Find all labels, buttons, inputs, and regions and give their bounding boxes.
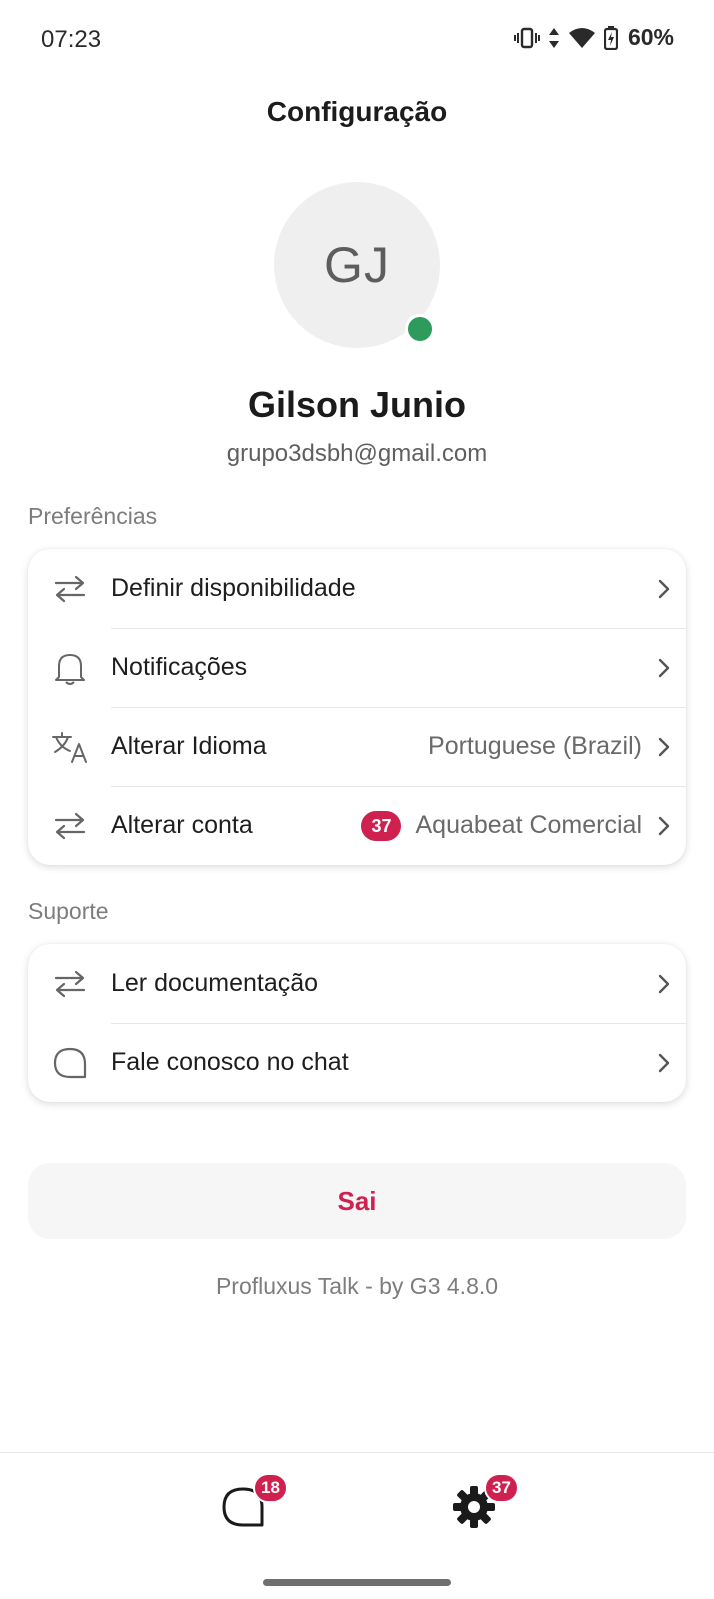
user-email: grupo3dsbh@gmail.com [226, 440, 488, 467]
bottom-nav: 18 37 [0, 1452, 714, 1599]
section-label-support: Suporte [28, 898, 109, 924]
app-version: Profluxus Talk - by G3 4.8.0 [215, 1273, 499, 1299]
menu-item-label: Ler documentação [111, 969, 319, 997]
conversations-badge: 18 [253, 1473, 288, 1503]
menu-item-label: Definir disponibilidade [111, 574, 356, 602]
swap-arrows-icon [28, 810, 111, 842]
current-account: Aquabeat Comercial [415, 811, 642, 839]
swap-arrows-icon [28, 573, 111, 605]
settings-screen: 07:23 60% Configuração GJ Gilson Junio g… [0, 0, 714, 1599]
nav-conversations[interactable]: 18 [213, 1473, 288, 1539]
wifi-icon [568, 27, 596, 49]
menu-item-documentation[interactable]: Ler documentação [28, 944, 686, 1023]
menu-item-label: Alterar conta [111, 811, 253, 839]
menu-item-notifications[interactable]: Notificações [28, 628, 686, 707]
menu-item-label: Notificações [111, 653, 248, 681]
status-icons: 60% [513, 24, 674, 51]
section-label-preferences: Preferências [28, 503, 158, 529]
battery-percent: 60% [627, 24, 674, 50]
menu-item-switch-account[interactable]: Alterar conta 37 Aquabeat Comercial [28, 786, 686, 865]
nav-settings[interactable]: 37 [444, 1473, 519, 1539]
menu-item-label: Alterar Idioma [111, 732, 267, 760]
chevron-right-icon [642, 657, 686, 679]
chevron-right-icon [642, 578, 686, 600]
chevron-right-icon [642, 736, 686, 758]
vibrate-icon [513, 27, 540, 49]
menu-item-chat-support[interactable]: Fale conosco no chat [28, 1023, 686, 1102]
data-arrows-icon [548, 27, 560, 49]
bell-icon [28, 650, 111, 686]
battery-charging-icon [603, 25, 618, 50]
logout-button[interactable]: Sai [28, 1163, 686, 1239]
home-indicator[interactable] [263, 1579, 451, 1586]
selected-language: Portuguese (Brazil) [428, 732, 642, 760]
settings-badge: 37 [484, 1473, 519, 1503]
preferences-card: Definir disponibilidade Notificações Alt… [28, 549, 686, 865]
unread-badge: 37 [361, 810, 402, 841]
page-title: Configuração [266, 96, 448, 127]
support-card: Ler documentação Fale conosco no chat [28, 944, 686, 1102]
translate-icon [28, 730, 111, 764]
chevron-right-icon [642, 815, 686, 837]
menu-item-label: Fale conosco no chat [111, 1048, 349, 1076]
online-status-dot [405, 314, 435, 344]
menu-item-language[interactable]: Alterar Idioma Portuguese (Brazil) [28, 707, 686, 786]
avatar-initials: GJ [324, 237, 390, 293]
status-bar: 07:23 60% [0, 0, 714, 80]
chevron-right-icon [642, 973, 686, 995]
chat-bubble-icon [28, 1046, 111, 1080]
swap-arrows-icon [28, 968, 111, 1000]
chevron-right-icon [642, 1052, 686, 1074]
user-name: Gilson Junio [247, 384, 466, 425]
status-time: 07:23 [41, 26, 102, 53]
menu-item-availability[interactable]: Definir disponibilidade [28, 549, 686, 628]
